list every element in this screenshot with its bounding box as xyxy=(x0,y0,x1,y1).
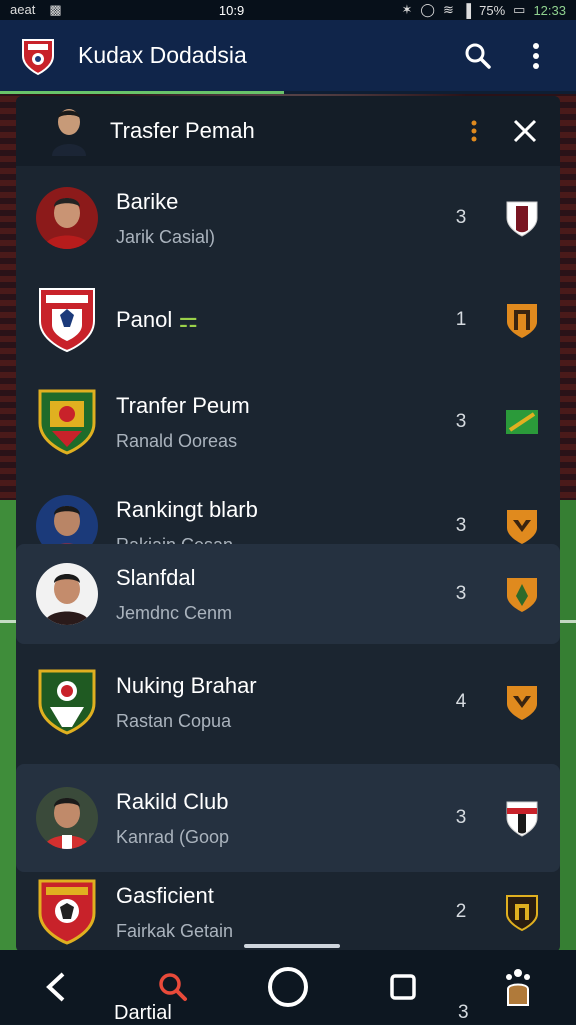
player-club: Ranald Ooreas xyxy=(116,430,238,451)
flag-badge-icon xyxy=(506,410,538,434)
home-icon xyxy=(267,967,308,1007)
status-left-text: aeat xyxy=(10,2,36,17)
player-club: Fairkak Getain xyxy=(116,920,234,941)
club-crest-icon xyxy=(38,669,96,735)
player-name: Barike xyxy=(116,188,179,214)
sheet-more-button[interactable] xyxy=(464,116,484,146)
sheet-header: Trasfer Pemah xyxy=(16,96,560,166)
shield-badge-icon xyxy=(506,895,538,932)
status-time: 12:33 xyxy=(533,2,566,18)
recents-button[interactable] xyxy=(373,957,433,1017)
signal-icon: ▐ xyxy=(461,2,472,18)
player-club: Jarik Casial) xyxy=(116,226,216,247)
search-button[interactable] xyxy=(458,36,498,76)
shield-badge-icon xyxy=(507,510,537,544)
rank-value: 2 xyxy=(455,901,467,922)
rank-value: 3 xyxy=(455,583,467,604)
player-club: Rastan Copua xyxy=(116,710,232,731)
club-crest-icon xyxy=(38,389,96,455)
player-name: Gasficient xyxy=(116,882,214,908)
player-avatar xyxy=(36,563,98,625)
peek-row-rank: 3 xyxy=(458,1002,469,1023)
sheet-title: Trasfer Pemah xyxy=(110,118,255,143)
bluetooth-icon: ✶ xyxy=(401,2,413,17)
accessibility-icon xyxy=(506,969,531,1006)
back-icon xyxy=(45,972,64,1002)
shield-badge-icon xyxy=(507,686,537,720)
player-avatar xyxy=(36,787,98,849)
player-club: Jemdnc Cenm xyxy=(116,602,233,623)
list-item[interactable]: Barike Jarik Casial) 3 xyxy=(16,166,560,270)
status-clock: 10:9 xyxy=(218,2,245,18)
list-item[interactable]: Rakild Club Kanrad (Goop 3 xyxy=(16,764,560,872)
status-bar: aeat ▩ 10:9 ✶ ◯ ≋ ▐ 75% ▭ 12:33 xyxy=(0,0,576,20)
wifi-icon: ≋ xyxy=(442,2,454,17)
more-vert-icon xyxy=(471,120,477,142)
shield-badge-icon xyxy=(506,801,538,837)
notification-icon: ▩ xyxy=(49,2,62,17)
more-options-button[interactable] xyxy=(516,36,556,76)
rank-value: 3 xyxy=(455,515,467,536)
player-name: Nuking Brahar xyxy=(116,672,257,698)
header-avatar xyxy=(52,109,86,156)
home-button[interactable] xyxy=(258,957,318,1017)
close-icon xyxy=(513,119,537,143)
player-name: Tranfer Peum xyxy=(116,392,250,418)
drag-handle[interactable] xyxy=(244,944,340,948)
peek-row-name: Dartial xyxy=(114,1002,172,1024)
search-icon xyxy=(465,43,491,69)
shield-badge-icon xyxy=(506,201,538,237)
system-nav-bar xyxy=(0,950,576,1024)
alarm-icon: ◯ xyxy=(420,2,435,17)
list-item[interactable]: Nuking Brahar Rastan Copua 4 xyxy=(16,644,560,760)
accessibility-button[interactable] xyxy=(488,957,548,1017)
shield-badge-icon xyxy=(507,304,537,338)
club-crest-icon xyxy=(39,288,95,353)
rank-value: 3 xyxy=(455,207,467,228)
list-item-selected[interactable]: Slanfdal Jemdnc Cenm 3 xyxy=(16,544,560,644)
rank-value: 4 xyxy=(455,691,467,712)
app-title: Kudax Dodadsia xyxy=(78,42,247,68)
club-crest-icon xyxy=(38,879,96,945)
rank-value: 3 xyxy=(455,807,467,828)
list-item[interactable]: Tranfer Peum Ranald Ooreas 3 xyxy=(16,370,560,474)
battery-percent: 75% xyxy=(479,2,506,18)
close-button[interactable] xyxy=(510,116,540,146)
list-item[interactable]: Gasficient Fairkak Getain 2 xyxy=(16,872,560,952)
transfer-sheet: Trasfer Pemah Barike Jarik Casial) 3 Pan… xyxy=(16,96,560,952)
player-name: Rakild Club xyxy=(116,788,229,814)
crest-logo-icon xyxy=(22,38,54,75)
rank-value: 3 xyxy=(455,411,467,432)
player-figure-icon: ⚎ xyxy=(178,307,199,332)
player-avatar xyxy=(36,187,98,249)
back-button[interactable] xyxy=(28,957,88,1017)
search-icon xyxy=(159,973,187,1001)
player-name: Panol ⚎ xyxy=(116,307,199,332)
battery-icon: ▭ xyxy=(513,2,526,17)
player-name: Slanfdal xyxy=(116,564,196,590)
list-item[interactable]: Panol ⚎ 1 xyxy=(16,270,560,370)
rank-value: 1 xyxy=(455,309,467,330)
player-name: Rankingt blarb xyxy=(116,496,258,522)
recents-icon xyxy=(390,974,416,1000)
loading-progress-bar xyxy=(0,91,284,94)
more-vert-icon xyxy=(533,42,539,69)
shield-badge-icon xyxy=(507,578,537,612)
player-club: Kanrad (Goop xyxy=(116,826,230,847)
app-bar: Kudax Dodadsia xyxy=(0,20,576,94)
